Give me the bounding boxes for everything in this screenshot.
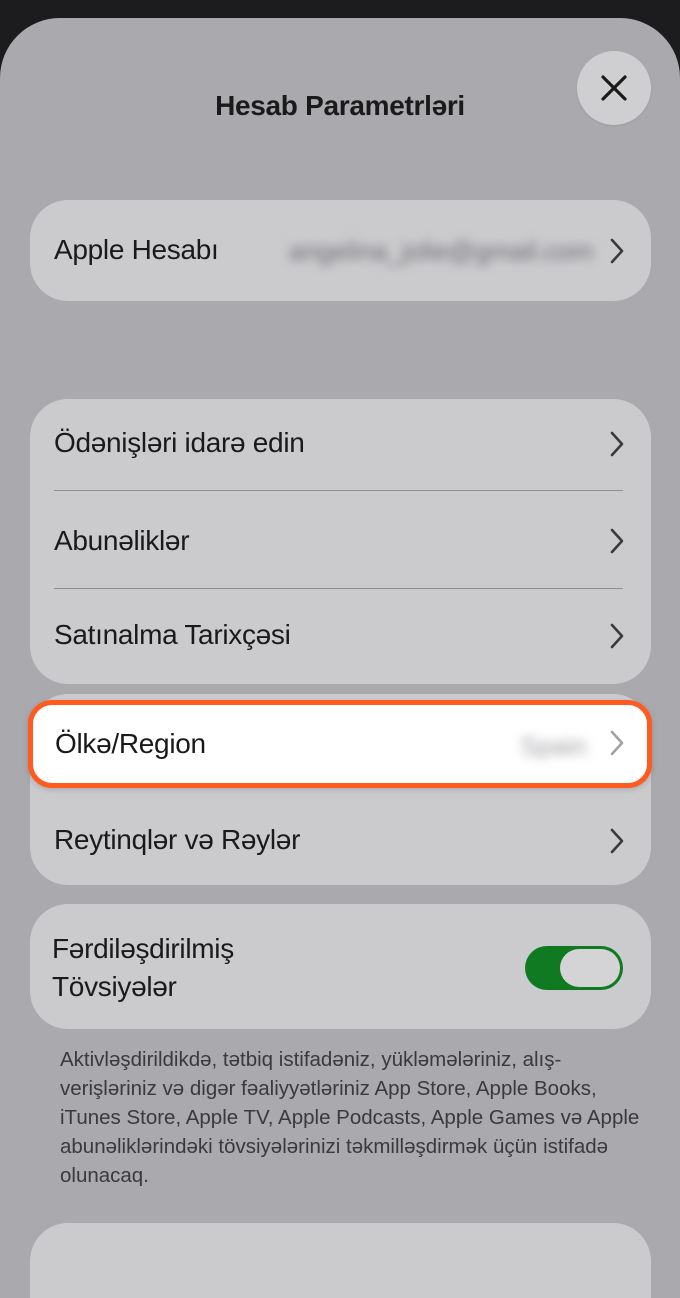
account-settings-sheet: Hesab Parametrləri Apple Hesabı angelina… bbox=[0, 18, 680, 1298]
country-region-label: Ölkə/Region bbox=[55, 728, 206, 759]
bottom-card[interactable] bbox=[30, 1223, 651, 1298]
account-email: angelina_jolie@gmail.com bbox=[289, 236, 593, 266]
chevron-right-icon bbox=[610, 623, 624, 649]
subscriptions-row[interactable]: Abunəliklər bbox=[30, 491, 651, 588]
chevron-right-icon bbox=[610, 828, 624, 854]
apple-account-label: Apple Hesabı bbox=[54, 234, 219, 265]
country-region-row[interactable]: Ölkə/Region Spain bbox=[28, 700, 652, 788]
payments-label: Ödənişləri idarə edin bbox=[54, 427, 305, 458]
purchase-history-row[interactable]: Satınalma Tarixçəsi bbox=[30, 589, 651, 684]
personalized-label-line1: Fərdiləşdirilmiş bbox=[52, 933, 234, 964]
chevron-right-icon bbox=[610, 238, 624, 264]
ratings-label: Reytinqlər və Rəylər bbox=[54, 824, 301, 855]
purchase-history-label: Satınalma Tarixçəsi bbox=[54, 619, 291, 650]
ratings-row[interactable]: Reytinqlər və Rəylər bbox=[30, 792, 651, 885]
subscriptions-label: Abunəliklər bbox=[54, 525, 190, 556]
purchases-card: Ödənişləri idarə edin Abunəliklər Satına… bbox=[30, 399, 651, 684]
toggle-knob bbox=[560, 949, 620, 987]
apple-account-card[interactable]: Apple Hesabı angelina_jolie@gmail.com bbox=[30, 200, 651, 301]
chevron-right-icon bbox=[610, 528, 624, 554]
close-icon bbox=[601, 75, 627, 101]
personalized-footnote: Aktivləşdirildikdə, tətbiq istifadəniz, … bbox=[60, 1048, 640, 1187]
personalized-label-line2: Tövsiyələr bbox=[52, 971, 177, 1002]
personalized-recommendations-card: Fərdiləşdirilmiş Tövsiyələr bbox=[30, 904, 651, 1029]
chevron-right-icon bbox=[610, 431, 624, 457]
personalized-recommendations-toggle[interactable] bbox=[525, 946, 623, 990]
chevron-right-icon bbox=[610, 730, 624, 756]
payments-row[interactable]: Ödənişləri idarə edin bbox=[30, 399, 651, 489]
close-button[interactable] bbox=[577, 51, 651, 125]
country-value: Spain bbox=[520, 731, 588, 761]
